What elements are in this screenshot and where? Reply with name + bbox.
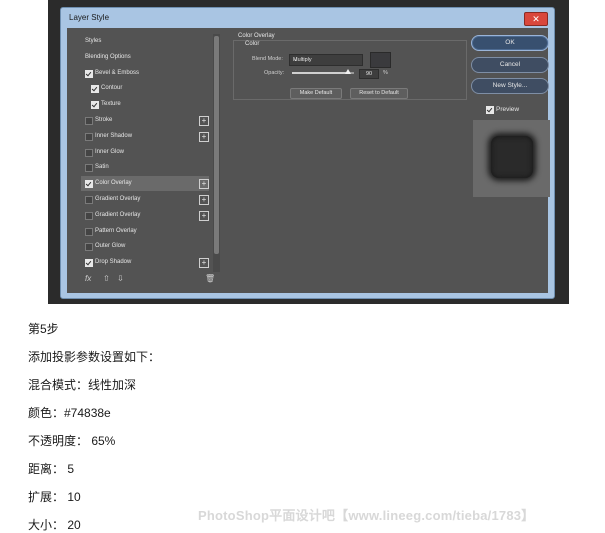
blend-mode-text: 混合模式：线性加深 (28, 378, 137, 392)
style-checkbox[interactable] (85, 211, 93, 220)
style-checkbox[interactable] (91, 101, 99, 110)
style-item-label: Bevel & Emboss (95, 69, 140, 76)
style-item-label: Outer Glow (95, 243, 126, 250)
opacity-slider-fill (292, 72, 348, 74)
style-item-label: Inner Glow (95, 148, 125, 155)
step-heading: 第5步 (28, 322, 59, 336)
style-item[interactable]: Drop Shadow + (81, 255, 209, 270)
intro-text: 添加投影参数设置如下： (28, 350, 161, 364)
new-style-button[interactable]: New Style... (471, 78, 549, 94)
style-checkbox[interactable] (85, 180, 93, 189)
add-effect-icon[interactable]: + (199, 210, 209, 221)
opacity-text: 不透明度： 65% (28, 434, 116, 448)
style-item[interactable]: Contour (81, 81, 209, 96)
opacity-unit: % (383, 70, 388, 76)
cancel-button[interactable]: Cancel (471, 57, 549, 73)
color-subtitle: Color (245, 41, 260, 47)
layer-style-dialog: Layer Style ✕ Styles Blending Options Beve… (60, 7, 555, 299)
style-item[interactable]: Pattern Overlay (81, 224, 209, 239)
style-item[interactable]: Satin (81, 160, 209, 175)
style-item-label: Gradient Overlay (95, 196, 141, 202)
style-item-label: Blending Options (85, 53, 131, 60)
style-item-label: Gradient Overlay (95, 211, 141, 218)
style-item-label: Inner Shadow (95, 132, 133, 139)
blend-mode-select[interactable]: Multiply ⌄ (289, 54, 363, 66)
styles-list-toolbar: fx ⇧ ⇩ 🗑 (81, 272, 220, 288)
preview-thumbnail (491, 136, 533, 178)
style-checkbox[interactable] (85, 148, 93, 157)
opacity-label: Opacity: (264, 70, 285, 76)
move-up-icon[interactable]: ⇧ (103, 274, 110, 283)
style-item-label: Color Overlay (95, 180, 132, 187)
style-item-label: Styles (85, 38, 102, 44)
style-checkbox[interactable] (85, 196, 93, 204)
close-button[interactable]: ✕ (524, 12, 548, 26)
style-item-label: Contour (101, 85, 123, 92)
close-icon: ✕ (532, 14, 540, 24)
style-checkbox[interactable] (85, 117, 93, 125)
add-effect-icon[interactable]: + (199, 179, 209, 190)
size-text: 大小： 20 (28, 518, 81, 532)
make-default-button[interactable]: Make Default (290, 88, 342, 99)
add-effect-icon[interactable]: + (199, 116, 209, 126)
style-item[interactable]: Inner Shadow + (81, 129, 209, 144)
reset-default-button[interactable]: Reset to Default (350, 88, 408, 99)
style-preview (473, 120, 550, 197)
overlay-color-swatch[interactable] (370, 52, 391, 68)
style-checkbox[interactable] (85, 69, 93, 78)
opacity-slider-thumb[interactable] (344, 69, 351, 74)
style-item[interactable]: Texture (81, 97, 209, 112)
dialog-title: Layer Style (69, 13, 110, 22)
scroll-thumb[interactable] (214, 36, 219, 254)
opacity-slider[interactable] (292, 69, 354, 74)
move-down-icon[interactable]: ⇩ (117, 274, 124, 283)
style-checkbox[interactable] (85, 243, 93, 252)
style-item[interactable]: Gradient Overlay + (81, 208, 209, 223)
style-item-label: Stroke (95, 117, 113, 123)
blend-mode-label: Blend Mode: (252, 56, 283, 62)
style-item-label: Pattern Overlay (95, 227, 137, 234)
fx-icon[interactable]: fx (85, 274, 91, 283)
style-item-label: Texture (101, 101, 121, 108)
style-item[interactable]: Outer Glow (81, 239, 209, 254)
distance-text: 距离： 5 (28, 462, 75, 476)
style-item[interactable]: Bevel & Emboss (81, 66, 209, 81)
style-item[interactable]: Blending Options (81, 50, 209, 65)
style-checkbox[interactable] (85, 259, 93, 268)
styles-list: Styles Blending Options Bevel & Emboss Cont… (81, 34, 213, 288)
chevron-down-icon: ⌄ (293, 57, 299, 63)
color-text: 颜色：#74838e (28, 406, 111, 420)
style-item[interactable]: Color Overlay + (81, 176, 209, 192)
trash-icon[interactable]: 🗑 (205, 274, 215, 283)
styles-scrollbar[interactable] (213, 34, 220, 272)
color-overlay-title: Color Overlay (236, 33, 277, 39)
style-item[interactable]: Stroke + (81, 113, 209, 128)
style-item[interactable]: Styles (81, 34, 209, 49)
preview-checkbox[interactable] (486, 106, 494, 114)
title-bar[interactable]: Layer Style ✕ (61, 8, 554, 28)
screenshot-frame: Layer Style ✕ Styles Blending Options Beve… (48, 0, 569, 304)
style-checkbox[interactable] (85, 132, 93, 141)
opacity-input[interactable]: 90 (359, 69, 379, 79)
style-checkbox[interactable] (85, 227, 93, 236)
dialog-body: Styles Blending Options Bevel & Emboss Cont… (67, 28, 550, 293)
ok-button[interactable]: OK (471, 35, 549, 51)
style-checkbox[interactable] (85, 164, 93, 173)
add-effect-icon[interactable]: + (199, 131, 209, 142)
add-effect-icon[interactable]: + (199, 195, 209, 205)
style-item-label: Drop Shadow (95, 259, 132, 266)
style-item[interactable]: Inner Glow (81, 145, 209, 160)
preview-label: Preview (496, 106, 520, 113)
watermark: PhotoShop平面设计吧【www.lineeg.com/tieba/1783… (198, 508, 535, 523)
style-checkbox[interactable] (91, 85, 99, 94)
style-item[interactable]: Gradient Overlay + (81, 192, 209, 207)
style-item-label: Satin (95, 164, 109, 171)
add-effect-icon[interactable]: + (199, 258, 209, 269)
spread-text: 扩展： 10 (28, 490, 81, 504)
